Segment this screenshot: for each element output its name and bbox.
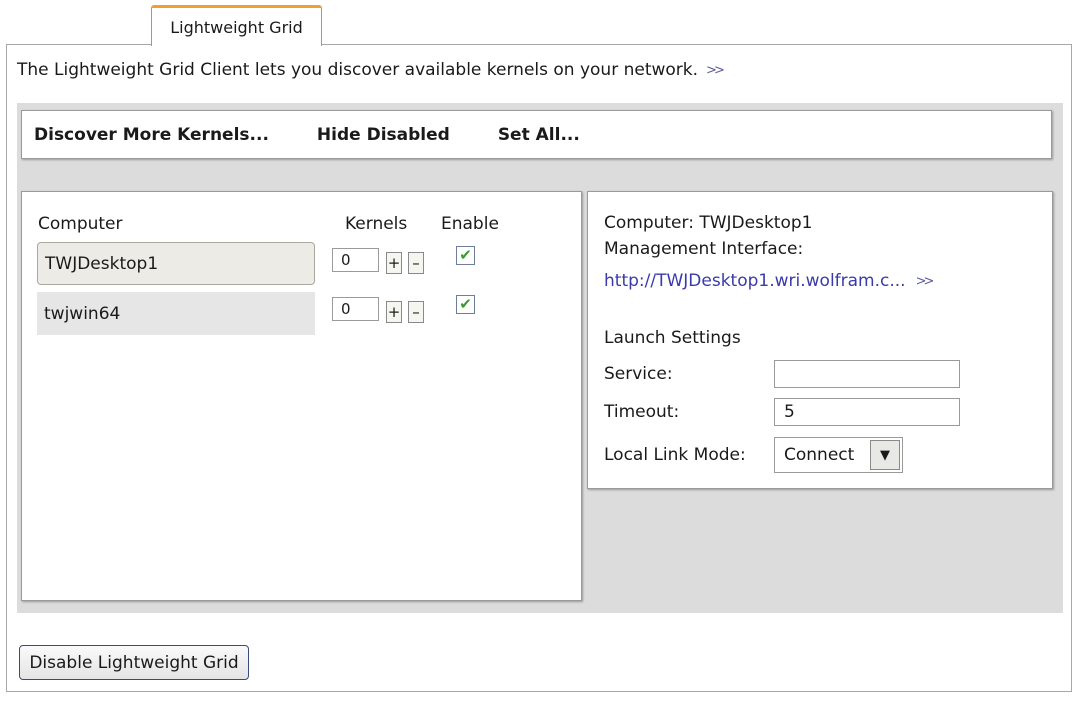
decrement-button[interactable]: – bbox=[408, 301, 424, 323]
details-computer: Computer: TWJDesktop1 bbox=[604, 213, 813, 233]
computer-name: twjwin64 bbox=[44, 303, 121, 324]
timeout-input[interactable]: 5 bbox=[774, 398, 960, 426]
enable-checkbox[interactable]: ✔ bbox=[456, 295, 475, 314]
more-info-icon[interactable]: >> bbox=[916, 274, 935, 289]
column-header-kernels: Kernels bbox=[345, 214, 408, 234]
kernel-count-input[interactable]: 0 bbox=[332, 297, 379, 321]
discover-kernels-button[interactable]: Discover More Kernels... bbox=[34, 125, 269, 145]
column-header-enable: Enable bbox=[441, 214, 499, 234]
computer-list-panel: Computer Kernels Enable TWJDesktop1 0 + … bbox=[21, 191, 582, 601]
intro-text-row: The Lightweight Grid Client lets you dis… bbox=[17, 60, 725, 80]
decrement-button[interactable]: – bbox=[408, 252, 424, 274]
management-interface-link[interactable]: http://TWJDesktop1.wri.wolfram.c... >> bbox=[604, 271, 935, 291]
kernel-count-input[interactable]: 0 bbox=[332, 248, 379, 272]
computer-row[interactable]: TWJDesktop1 bbox=[37, 242, 315, 285]
set-all-button[interactable]: Set All... bbox=[498, 125, 580, 145]
timeout-label: Timeout: bbox=[604, 402, 680, 422]
service-input[interactable] bbox=[774, 360, 960, 388]
chevron-down-icon[interactable]: ▼ bbox=[870, 440, 900, 470]
tab-lightweight-grid[interactable]: Lightweight Grid bbox=[151, 5, 322, 46]
computer-row[interactable]: twjwin64 bbox=[37, 292, 315, 335]
increment-button[interactable]: + bbox=[386, 252, 402, 274]
disable-lightweight-grid-button[interactable]: Disable Lightweight Grid bbox=[19, 645, 249, 680]
local-link-mode-label: Local Link Mode: bbox=[604, 445, 746, 465]
service-label: Service: bbox=[604, 364, 673, 384]
intro-text: The Lightweight Grid Client lets you dis… bbox=[17, 60, 699, 80]
local-link-mode-select[interactable]: Connect ▼ bbox=[774, 437, 903, 473]
management-url[interactable]: http://TWJDesktop1.wri.wolfram.c... bbox=[604, 271, 906, 291]
management-interface-label: Management Interface: bbox=[604, 239, 804, 259]
column-header-computer: Computer bbox=[38, 214, 123, 234]
enable-checkbox[interactable]: ✔ bbox=[456, 246, 475, 265]
increment-button[interactable]: + bbox=[386, 301, 402, 323]
more-info-icon[interactable]: >> bbox=[706, 63, 725, 78]
toolbar: Discover More Kernels... Hide Disabled S… bbox=[21, 110, 1052, 159]
hide-disabled-button[interactable]: Hide Disabled bbox=[317, 125, 450, 145]
local-link-mode-value: Connect bbox=[784, 445, 855, 465]
computer-details-panel: Computer: TWJDesktop1 Management Interfa… bbox=[587, 191, 1053, 489]
computer-name: TWJDesktop1 bbox=[45, 253, 159, 274]
launch-settings-heading: Launch Settings bbox=[604, 328, 741, 348]
